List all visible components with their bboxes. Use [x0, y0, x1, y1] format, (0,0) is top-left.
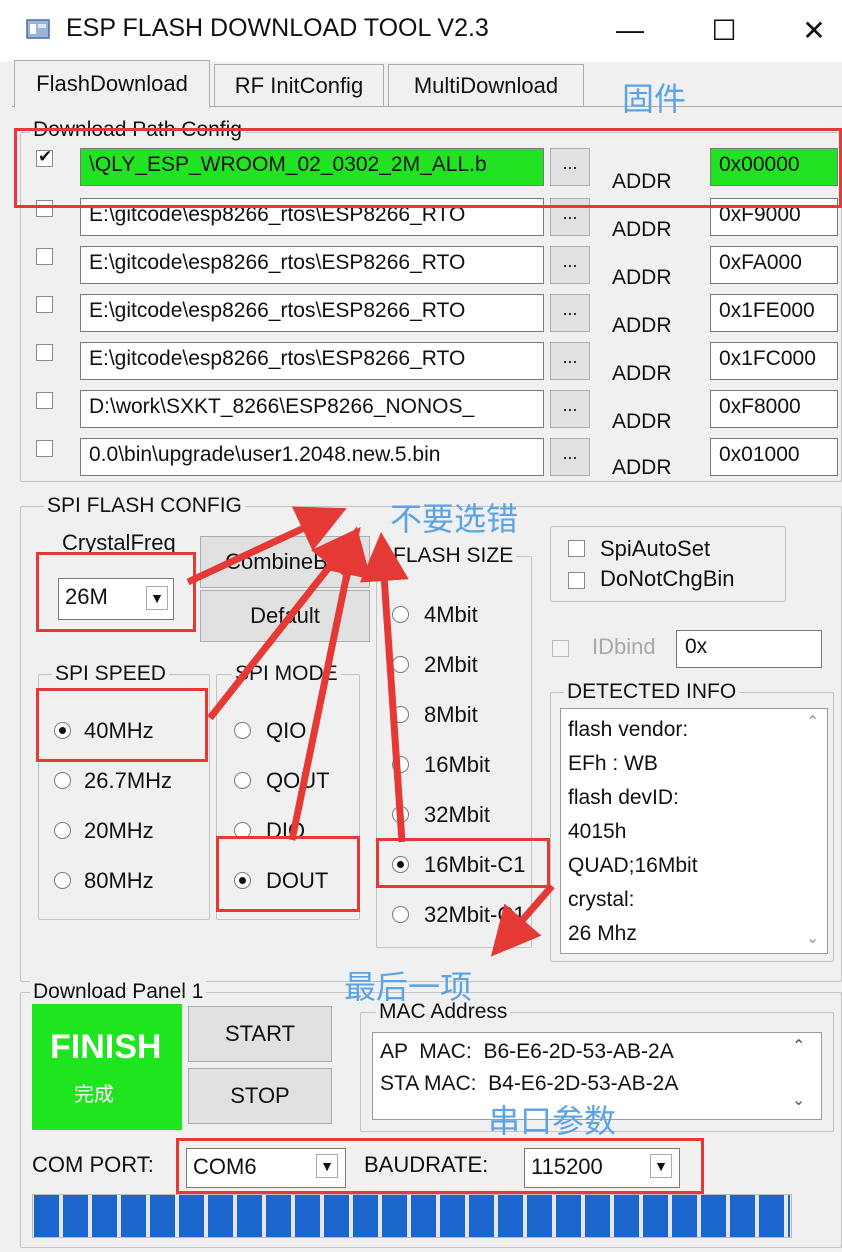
app-window: ESP FLASH DOWNLOAD TOOL V2.3 — ☐ ✕ Flash…: [0, 0, 842, 1252]
note-dont-choose-wrong: 不要选错: [390, 500, 519, 538]
arrow-to-last-item: [490, 883, 555, 957]
tab-flashdownload[interactable]: FlashDownload: [14, 60, 210, 108]
annotation-arrows: [186, 506, 555, 957]
note-last-item: 最后一项: [344, 968, 473, 1006]
note-serial-params: 串口参数: [488, 1102, 617, 1140]
arrow-to-note-mode: [288, 526, 371, 841]
arrow-to-note-flash: [359, 532, 409, 843]
arrow-to-note-crystal: [186, 506, 347, 586]
note-firmware: 固件: [622, 80, 687, 118]
